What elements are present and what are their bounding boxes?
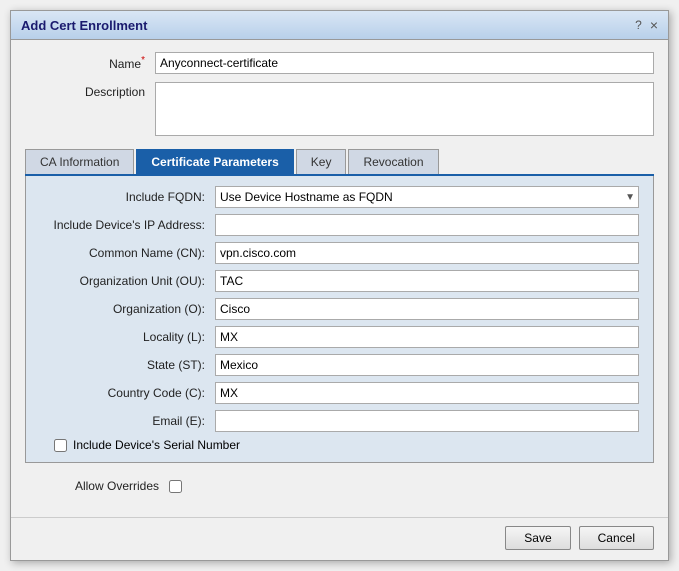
add-cert-enrollment-dialog: Add Cert Enrollment ? × Name* Descriptio… [10, 10, 669, 561]
include-fqdn-row: Include FQDN: Use Device Hostname as FQD… [40, 186, 639, 208]
name-control [155, 52, 654, 74]
include-fqdn-select-wrapper: Use Device Hostname as FQDN None Other ▼ [215, 186, 639, 208]
allow-overrides-label: Allow Overrides [39, 479, 169, 493]
tab-revocation[interactable]: Revocation [348, 149, 438, 174]
common-name-input[interactable] [215, 242, 639, 264]
include-fqdn-control: Use Device Hostname as FQDN None Other ▼ [215, 186, 639, 208]
description-row: Description [25, 82, 654, 139]
state-label: State (ST): [40, 358, 215, 372]
tabs: CA Information Certificate Parameters Ke… [25, 149, 654, 176]
include-fqdn-label: Include FQDN: [40, 190, 215, 204]
include-ip-control [215, 214, 639, 236]
description-input[interactable] [155, 82, 654, 136]
description-control [155, 82, 654, 139]
common-name-label: Common Name (CN): [40, 246, 215, 260]
country-row: Country Code (C): [40, 382, 639, 404]
org-control [215, 298, 639, 320]
state-row: State (ST): [40, 354, 639, 376]
country-control [215, 382, 639, 404]
tab-certificate-parameters[interactable]: Certificate Parameters [136, 149, 293, 174]
org-label: Organization (O): [40, 302, 215, 316]
email-input[interactable] [215, 410, 639, 432]
include-ip-input[interactable] [215, 214, 639, 236]
country-label: Country Code (C): [40, 386, 215, 400]
org-unit-label: Organization Unit (OU): [40, 274, 215, 288]
org-unit-control [215, 270, 639, 292]
tab-content-certificate-parameters: Include FQDN: Use Device Hostname as FQD… [25, 176, 654, 463]
org-unit-row: Organization Unit (OU): [40, 270, 639, 292]
state-control [215, 354, 639, 376]
tab-key[interactable]: Key [296, 149, 347, 174]
cancel-button[interactable]: Cancel [579, 526, 654, 550]
name-row: Name* [25, 52, 654, 74]
common-name-row: Common Name (CN): [40, 242, 639, 264]
include-fqdn-select[interactable]: Use Device Hostname as FQDN None Other [215, 186, 639, 208]
org-unit-input[interactable] [215, 270, 639, 292]
allow-overrides-row: Allow Overrides [25, 473, 654, 499]
org-row: Organization (O): [40, 298, 639, 320]
serial-number-label: Include Device's Serial Number [73, 438, 240, 452]
tabs-container: CA Information Certificate Parameters Ke… [25, 149, 654, 463]
state-input[interactable] [215, 354, 639, 376]
org-input[interactable] [215, 298, 639, 320]
email-control [215, 410, 639, 432]
dialog-titlebar: Add Cert Enrollment ? × [11, 11, 668, 40]
locality-control [215, 326, 639, 348]
dialog-footer: Save Cancel [11, 517, 668, 560]
common-name-control [215, 242, 639, 264]
country-input[interactable] [215, 382, 639, 404]
name-label: Name* [25, 52, 155, 71]
description-label: Description [25, 82, 155, 99]
dialog-title: Add Cert Enrollment [21, 18, 147, 33]
email-label: Email (E): [40, 414, 215, 428]
serial-number-checkbox[interactable] [54, 439, 67, 452]
save-button[interactable]: Save [505, 526, 570, 550]
name-input[interactable] [155, 52, 654, 74]
dialog-body: Name* Description CA Information Certifi… [11, 40, 668, 511]
include-ip-label: Include Device's IP Address: [40, 218, 215, 232]
serial-number-row: Include Device's Serial Number [54, 438, 639, 452]
email-row: Email (E): [40, 410, 639, 432]
close-icon[interactable]: × [650, 17, 658, 33]
locality-label: Locality (L): [40, 330, 215, 344]
locality-row: Locality (L): [40, 326, 639, 348]
allow-overrides-checkbox[interactable] [169, 480, 182, 493]
include-ip-row: Include Device's IP Address: [40, 214, 639, 236]
tab-ca-information[interactable]: CA Information [25, 149, 134, 174]
help-icon[interactable]: ? [635, 18, 642, 32]
locality-input[interactable] [215, 326, 639, 348]
dialog-controls: ? × [635, 17, 658, 33]
